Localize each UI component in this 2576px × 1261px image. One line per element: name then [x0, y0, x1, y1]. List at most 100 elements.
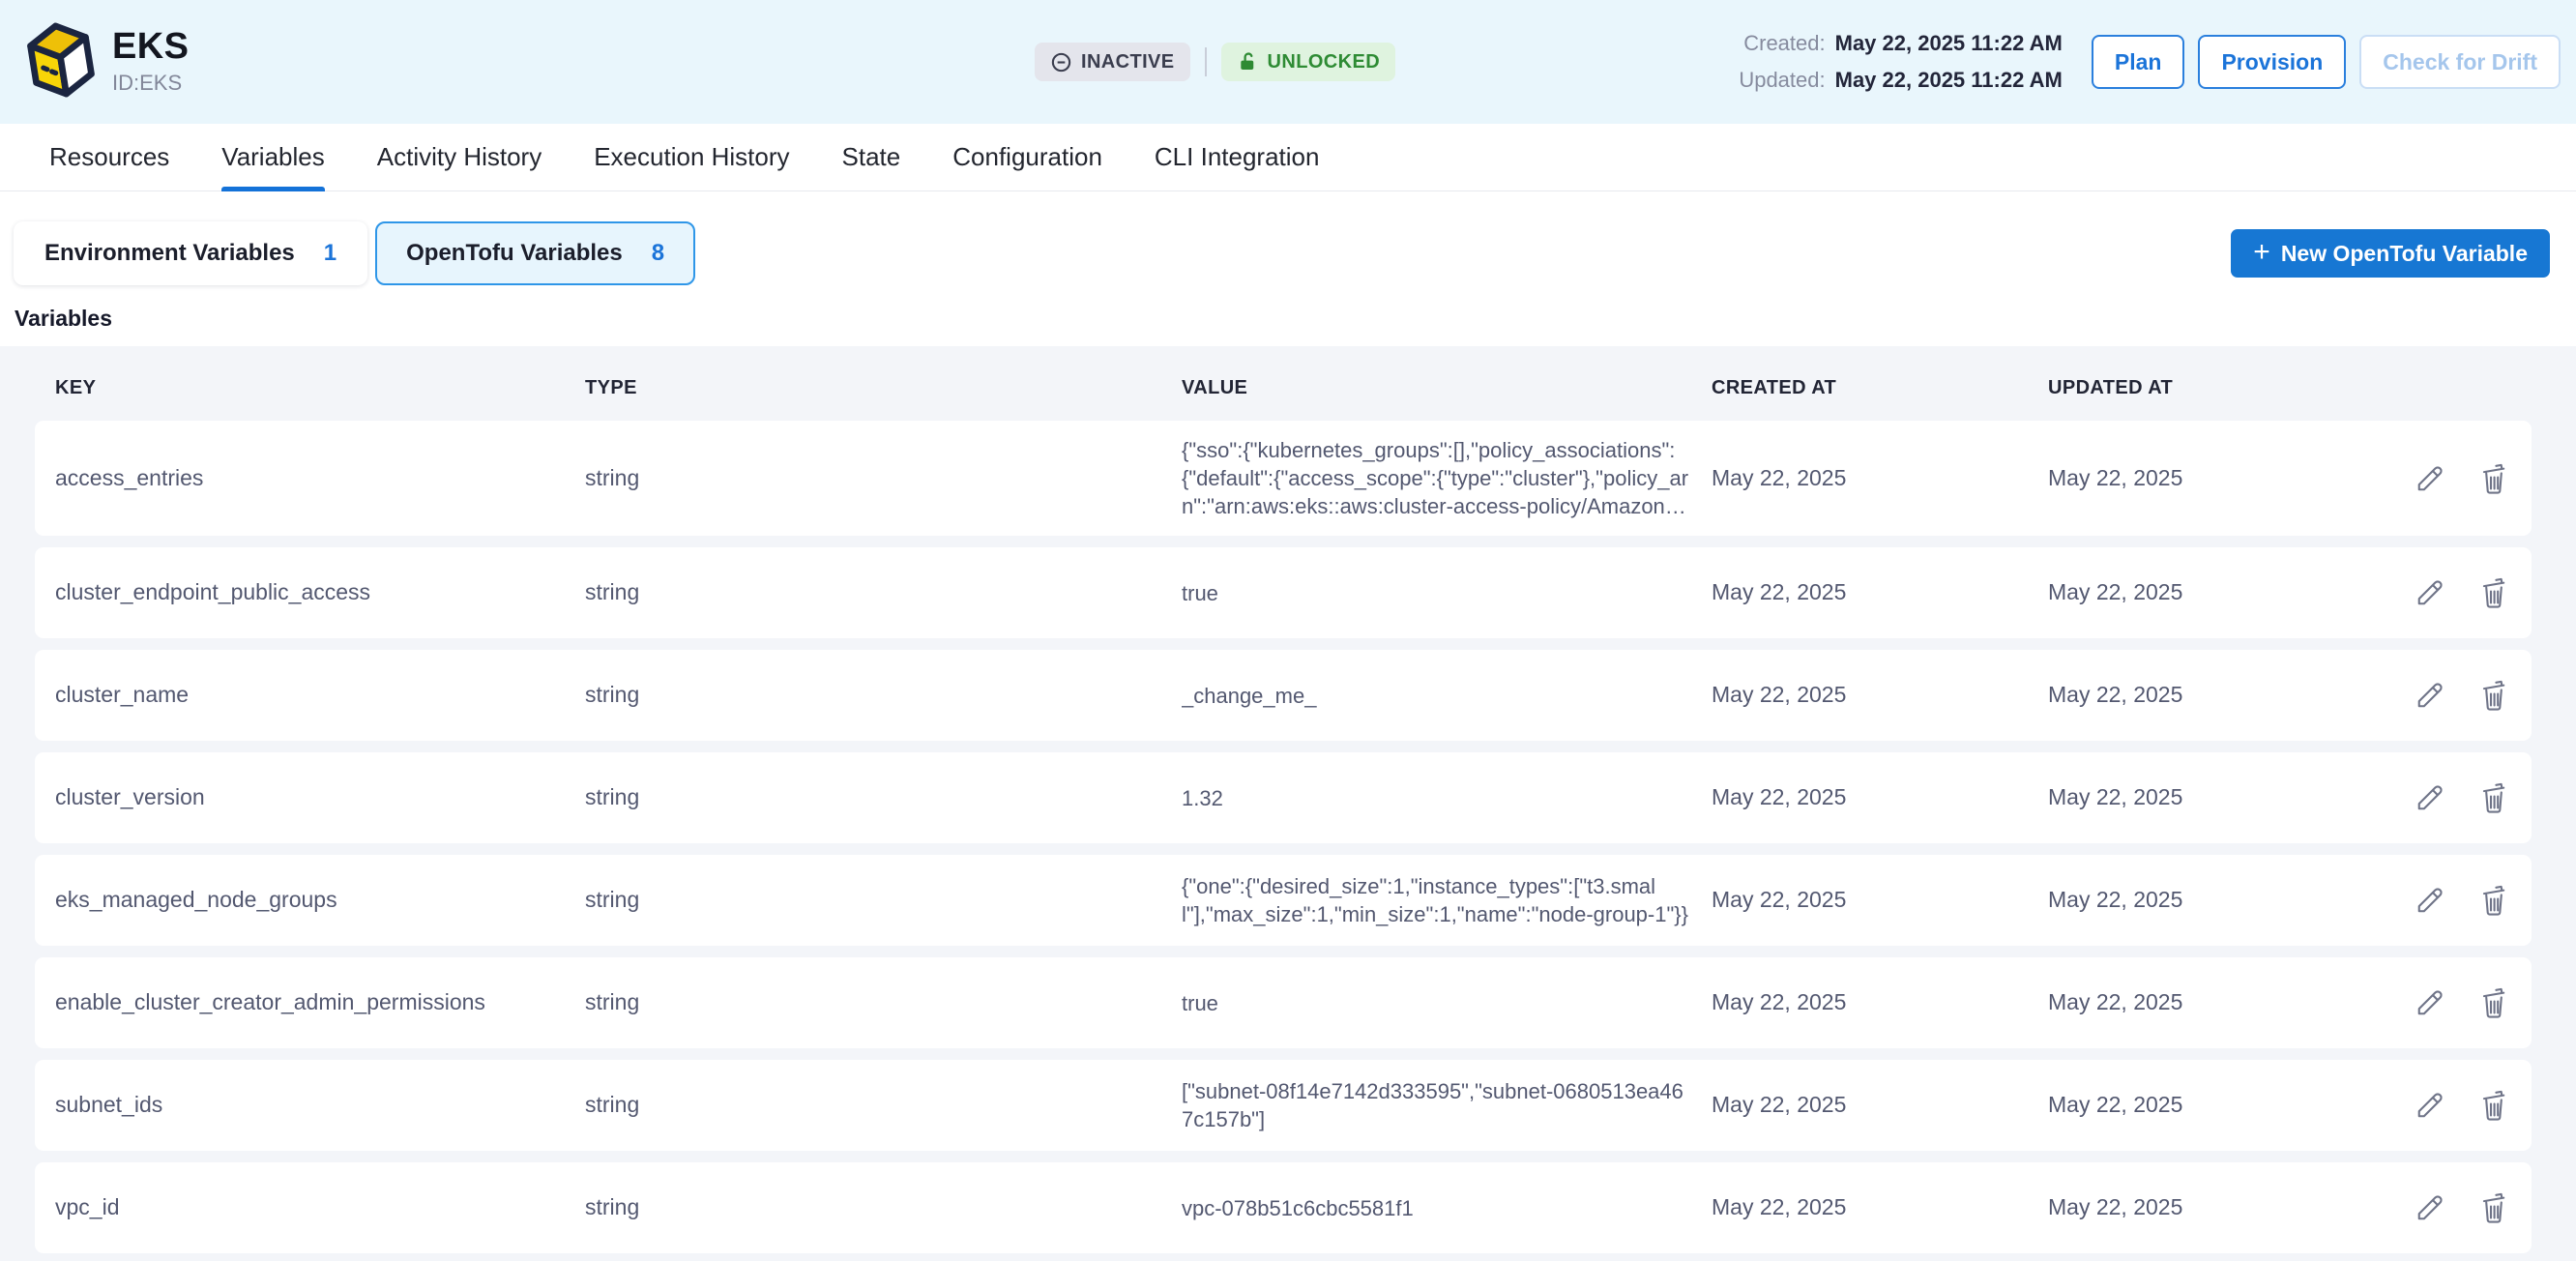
variables-table-body: access_entries string {"sso":{"kubernete…: [0, 421, 2576, 1253]
environment-logo: [25, 19, 97, 105]
variable-type: string: [585, 887, 1182, 914]
variable-key: vpc_id: [55, 1194, 585, 1221]
tab[interactable]: Activity History: [377, 124, 542, 191]
variable-type: string: [585, 1194, 1182, 1221]
status-badge-unlocked-label: UNLOCKED: [1268, 51, 1381, 73]
delete-variable-button[interactable]: [2476, 985, 2511, 1020]
variable-key: enable_cluster_creator_admin_permissions: [55, 989, 585, 1016]
delete-variable-button[interactable]: [2476, 461, 2511, 496]
pencil-icon: [2413, 1190, 2447, 1225]
status-badge-inactive: INACTIVE: [1035, 43, 1190, 81]
pill-count-badge: 1: [324, 240, 337, 267]
edit-variable-button[interactable]: [2413, 461, 2447, 496]
pencil-icon: [2413, 883, 2447, 918]
new-variable-button-label: New OpenTofu Variable: [2281, 241, 2528, 267]
variable-type-pill[interactable]: Environment Variables 1: [14, 221, 367, 285]
status-badges: INACTIVE UNLOCKED: [1035, 43, 1395, 81]
variable-value: {"one":{"desired_size":1,"instance_types…: [1182, 872, 1712, 928]
variable-type: string: [585, 579, 1182, 606]
edit-variable-button[interactable]: [2413, 1190, 2447, 1225]
table-row: cluster_endpoint_public_access string tr…: [35, 547, 2532, 638]
variable-value: true: [1182, 989, 1712, 1017]
environment-header: EKS ID:EKS INACTIVE UNLOCKED Created:: [0, 0, 2576, 124]
edit-variable-button[interactable]: [2413, 1088, 2447, 1123]
variable-updated-at: May 22, 2025: [2048, 682, 2376, 709]
created-label: Created:: [1743, 31, 1825, 56]
tab[interactable]: Execution History: [594, 124, 789, 191]
trash-icon: [2476, 461, 2511, 496]
variable-key: cluster_version: [55, 784, 585, 811]
header-action-buttons: PlanProvisionCheck for Drift: [2092, 35, 2561, 89]
tab[interactable]: CLI Integration: [1155, 124, 1320, 191]
table-row: cluster_name string _change_me_ May 22, …: [35, 650, 2532, 741]
column-header-created-at: CREATED AT: [1712, 377, 2048, 399]
variable-created-at: May 22, 2025: [1712, 989, 2048, 1016]
trash-icon: [2476, 985, 2511, 1020]
table-row: subnet_ids string ["subnet-08f14e7142d33…: [35, 1060, 2532, 1151]
badge-divider: [1205, 47, 1207, 76]
circle-minus-icon: [1050, 51, 1072, 73]
variable-updated-at: May 22, 2025: [2048, 784, 2376, 811]
variable-value: vpc-078b51c6cbc5581f1: [1182, 1194, 1712, 1222]
status-badge-unlocked: UNLOCKED: [1221, 43, 1396, 81]
created-value: May 22, 2025 11:22 AM: [1835, 31, 2063, 56]
pencil-icon: [2413, 985, 2447, 1020]
variable-created-at: May 22, 2025: [1712, 579, 2048, 606]
delete-variable-button[interactable]: [2476, 883, 2511, 918]
delete-variable-button[interactable]: [2476, 1190, 2511, 1225]
variable-key: access_entries: [55, 465, 585, 492]
trash-icon: [2476, 883, 2511, 918]
variable-type: string: [585, 1092, 1182, 1119]
trash-icon: [2476, 575, 2511, 610]
environment-tabs: Resources Variables Activity History Execut…: [0, 124, 2576, 191]
variable-value: _change_me_: [1182, 682, 1712, 710]
pencil-icon: [2413, 575, 2447, 610]
variable-key: subnet_ids: [55, 1092, 585, 1119]
variable-value: 1.32: [1182, 784, 1712, 812]
variable-key: eks_managed_node_groups: [55, 887, 585, 914]
header-action-button[interactable]: Plan: [2092, 35, 2185, 89]
updated-label: Updated:: [1739, 68, 1825, 93]
pencil-icon: [2413, 678, 2447, 713]
variable-type: string: [585, 682, 1182, 709]
variable-value: {"sso":{"kubernetes_groups":[],"policy_a…: [1182, 436, 1712, 520]
variable-key: cluster_endpoint_public_access: [55, 579, 585, 606]
pencil-icon: [2413, 1088, 2447, 1123]
column-header-updated-at: UPDATED AT: [2048, 377, 2376, 399]
tab[interactable]: Configuration: [952, 124, 1102, 191]
variable-created-at: May 22, 2025: [1712, 784, 2048, 811]
pencil-icon: [2413, 461, 2447, 496]
header-action-button[interactable]: Provision: [2198, 35, 2346, 89]
column-header-value: VALUE: [1182, 377, 1712, 399]
variables-panel: Environment Variables 1 OpenTofu Variabl…: [0, 191, 2576, 332]
delete-variable-button[interactable]: [2476, 1088, 2511, 1123]
cube-icon: [25, 19, 97, 105]
variable-updated-at: May 22, 2025: [2048, 465, 2376, 492]
edit-variable-button[interactable]: [2413, 678, 2447, 713]
edit-variable-button[interactable]: [2413, 883, 2447, 918]
status-badge-inactive-label: INACTIVE: [1081, 51, 1175, 73]
trash-icon: [2476, 1088, 2511, 1123]
delete-variable-button[interactable]: [2476, 575, 2511, 610]
trash-icon: [2476, 780, 2511, 815]
table-row: enable_cluster_creator_admin_permissions…: [35, 957, 2532, 1048]
new-opentofu-variable-button[interactable]: + New OpenTofu Variable: [2231, 229, 2550, 278]
trash-icon: [2476, 1190, 2511, 1225]
variable-type-pill[interactable]: OpenTofu Variables 8: [375, 221, 695, 285]
table-row: vpc_id string vpc-078b51c6cbc5581f1 May …: [35, 1162, 2532, 1253]
edit-variable-button[interactable]: [2413, 575, 2447, 610]
edit-variable-button[interactable]: [2413, 985, 2447, 1020]
timestamps: Created: May 22, 2025 11:22 AM Updated: …: [1739, 31, 2063, 93]
tab[interactable]: Variables: [221, 124, 324, 191]
header-action-button[interactable]: Check for Drift: [2359, 35, 2561, 89]
delete-variable-button[interactable]: [2476, 678, 2511, 713]
unlock-icon: [1237, 51, 1259, 73]
updated-value: May 22, 2025 11:22 AM: [1835, 68, 2063, 93]
environment-id: ID:EKS: [112, 71, 189, 96]
variable-value: ["subnet-08f14e7142d333595","subnet-0680…: [1182, 1077, 1712, 1133]
tab[interactable]: Resources: [49, 124, 169, 191]
variable-created-at: May 22, 2025: [1712, 682, 2048, 709]
edit-variable-button[interactable]: [2413, 780, 2447, 815]
tab[interactable]: State: [842, 124, 901, 191]
delete-variable-button[interactable]: [2476, 780, 2511, 815]
